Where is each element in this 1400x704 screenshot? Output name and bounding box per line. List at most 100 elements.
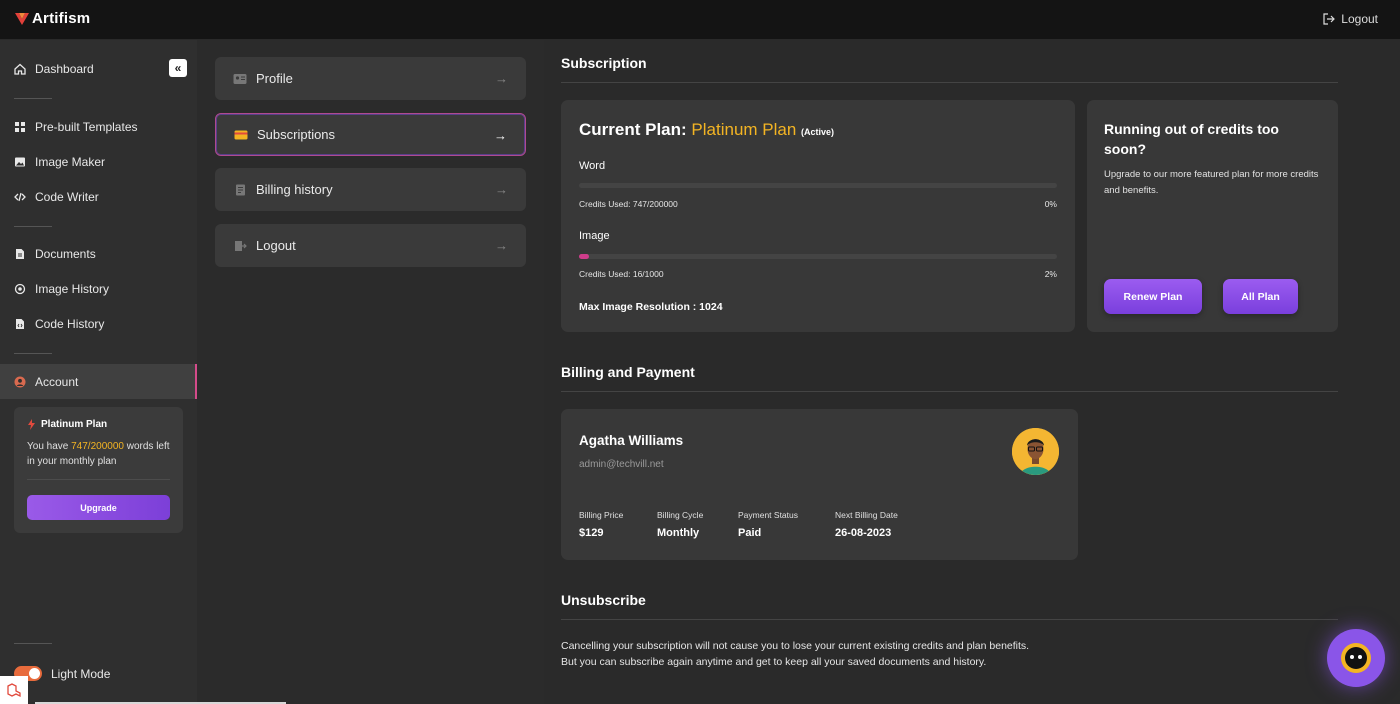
document-icon bbox=[16, 248, 24, 259]
renew-plan-button[interactable]: Renew Plan bbox=[1104, 279, 1202, 314]
billing-card: Agatha Williams admin@techvill.net Billi… bbox=[561, 409, 1078, 560]
sidebar-item-code-writer[interactable]: Code Writer bbox=[0, 179, 197, 214]
image-usage-bar bbox=[579, 254, 1057, 259]
sidebar-item-image-maker[interactable]: Image Maker bbox=[0, 144, 197, 179]
sidebar-item-dashboard[interactable]: Dashboard bbox=[0, 51, 197, 86]
billing-field-value: 26-08-2023 bbox=[835, 527, 892, 539]
logout-icon bbox=[1323, 13, 1336, 25]
sidebar-item-label: Documents bbox=[35, 246, 96, 261]
promo-title: Running out of credits too soon? bbox=[1104, 121, 1279, 157]
receipt-icon bbox=[236, 184, 245, 195]
sidebar-item-label: Code History bbox=[35, 316, 105, 331]
credits-promo-card: Running out of credits too soon? Upgrade… bbox=[1087, 100, 1338, 332]
current-plan-heading: Current Plan: Platinum Plan (Active) bbox=[579, 120, 834, 140]
bot-face-icon bbox=[1341, 643, 1371, 673]
image-credits-used: Credits Used: 16/1000 bbox=[579, 269, 664, 279]
credit-card-icon bbox=[234, 130, 248, 139]
sidebar-item-account[interactable]: Account bbox=[0, 364, 197, 399]
subscription-section-title: Subscription bbox=[561, 55, 647, 71]
billing-user-email: admin@techvill.net bbox=[579, 459, 664, 470]
menu-label: Profile bbox=[256, 71, 293, 86]
sidebar-item-image-history[interactable]: Image History bbox=[0, 271, 197, 306]
upgrade-button[interactable]: Upgrade bbox=[27, 495, 170, 520]
unsubscribe-text: Cancelling your subscription will not ca… bbox=[561, 640, 1030, 668]
sidebar-item-documents[interactable]: Documents bbox=[0, 236, 197, 271]
light-mode-row: Light Mode bbox=[14, 666, 110, 681]
billing-field-key: Payment Status bbox=[738, 510, 799, 520]
top-bar: Artifism Logout bbox=[0, 0, 1400, 40]
plan-status-badge: (Active) bbox=[801, 127, 835, 137]
billing-field-key: Next Billing Date bbox=[835, 510, 898, 520]
artifism-logo-icon bbox=[15, 12, 29, 25]
plan-words-remaining: 747/200000 bbox=[71, 441, 124, 452]
word-usage-bar bbox=[579, 183, 1057, 188]
word-usage-percent: 0% bbox=[1044, 199, 1057, 209]
sidebar-divider bbox=[14, 643, 52, 644]
laravel-logo-icon[interactable] bbox=[0, 676, 28, 704]
avatar bbox=[1012, 428, 1059, 475]
sidebar-item-label: Code Writer bbox=[35, 189, 99, 204]
billing-price-field: Billing Price $129 bbox=[579, 510, 623, 539]
plan-text-before: You have bbox=[27, 441, 72, 452]
chatbot-button[interactable] bbox=[1327, 629, 1385, 687]
logout-button[interactable]: Logout bbox=[1323, 12, 1378, 26]
code-icon bbox=[14, 192, 26, 201]
sidebar-divider bbox=[14, 98, 52, 99]
section-divider bbox=[561, 391, 1338, 392]
payment-status-field: Payment Status Paid bbox=[738, 510, 798, 539]
history-icon bbox=[14, 283, 26, 294]
lightning-icon bbox=[28, 419, 35, 430]
menu-profile[interactable]: Profile → bbox=[215, 57, 526, 100]
current-plan-name: Platinum Plan bbox=[691, 120, 797, 139]
sidebar-item-label: Account bbox=[35, 374, 79, 389]
home-icon bbox=[14, 63, 26, 75]
brand[interactable]: Artifism bbox=[14, 10, 90, 27]
menu-label: Billing history bbox=[256, 182, 333, 197]
plan-card-text: You have 747/200000 words left in your m… bbox=[27, 439, 170, 469]
menu-label: Subscriptions bbox=[257, 127, 336, 142]
promo-text: Upgrade to our more featured plan for mo… bbox=[1104, 169, 1319, 196]
sidebar-divider bbox=[14, 353, 52, 354]
sidebar-item-pre-built-templates[interactable]: Pre-built Templates bbox=[0, 109, 197, 144]
account-menu-panel: Profile → Subscriptions → Billing histor… bbox=[197, 40, 544, 704]
billing-field-value: Paid bbox=[738, 527, 762, 539]
word-credits-used: Credits Used: 747/200000 bbox=[579, 199, 678, 209]
sidebar-item-label: Image History bbox=[35, 281, 110, 296]
section-divider bbox=[561, 82, 1338, 83]
billing-field-value: $129 bbox=[579, 527, 604, 539]
light-mode-label: Light Mode bbox=[51, 666, 111, 681]
plan-card-title: Platinum Plan bbox=[27, 419, 170, 430]
unsubscribe-section-title: Unsubscribe bbox=[561, 592, 646, 608]
sidebar-item-label: Dashboard bbox=[35, 61, 94, 76]
current-plan-prefix: Current Plan: bbox=[579, 120, 687, 139]
billing-section-title: Billing and Payment bbox=[561, 364, 695, 380]
menu-logout[interactable]: Logout → bbox=[215, 224, 526, 267]
sidebar: « Dashboard Pre-built Templates Image Ma… bbox=[0, 40, 197, 704]
sidebar-item-code-history[interactable]: Code History bbox=[0, 306, 197, 341]
app-name: Artifism bbox=[32, 10, 91, 27]
plan-card-name: Platinum Plan bbox=[41, 419, 108, 430]
billing-field-key: Billing Price bbox=[579, 510, 624, 520]
word-usage-label: Word bbox=[579, 160, 606, 172]
image-icon bbox=[15, 157, 25, 166]
menu-billing-history[interactable]: Billing history → bbox=[215, 168, 526, 211]
arrow-right-icon: → bbox=[495, 71, 508, 86]
image-usage-bar-fill bbox=[579, 254, 589, 259]
menu-label: Logout bbox=[256, 238, 296, 253]
all-plan-button[interactable]: All Plan bbox=[1223, 279, 1298, 314]
sidebar-item-label: Image Maker bbox=[35, 154, 106, 169]
grid-icon bbox=[15, 121, 25, 132]
billing-user-name: Agatha Williams bbox=[579, 433, 684, 448]
section-divider bbox=[561, 619, 1338, 620]
billing-field-key: Billing Cycle bbox=[657, 510, 704, 520]
current-plan-card: Current Plan: Platinum Plan (Active) Wor… bbox=[561, 100, 1075, 332]
sidebar-item-label: Pre-built Templates bbox=[35, 119, 138, 134]
plan-card-divider bbox=[27, 479, 170, 480]
billing-field-value: Monthly bbox=[657, 527, 700, 539]
logout-icon bbox=[235, 240, 247, 251]
menu-subscriptions[interactable]: Subscriptions → bbox=[215, 113, 526, 156]
sidebar-divider bbox=[14, 226, 52, 227]
user-icon bbox=[14, 376, 26, 387]
image-usage-label: Image bbox=[579, 230, 610, 242]
next-billing-date-field: Next Billing Date 26-08-2023 bbox=[835, 510, 898, 539]
